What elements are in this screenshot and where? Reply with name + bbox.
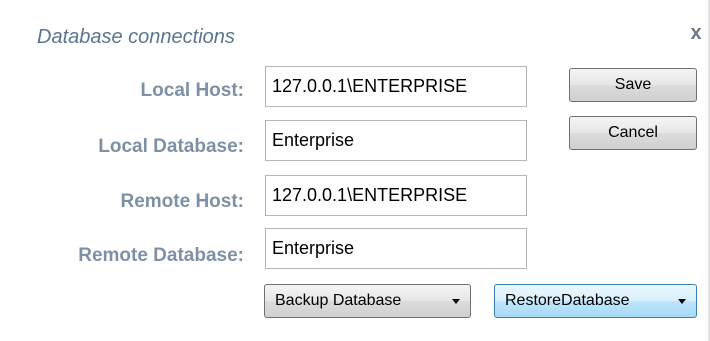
remote-host-label: Remote Host: <box>120 191 244 212</box>
chevron-down-icon <box>452 298 460 304</box>
remote-host-input[interactable] <box>265 175 527 216</box>
remote-database-label: Remote Database: <box>78 245 244 266</box>
save-button[interactable]: Save <box>569 68 697 102</box>
local-host-input[interactable] <box>265 66 527 107</box>
local-database-label: Local Database: <box>98 136 244 157</box>
backup-database-dropdown[interactable]: Backup Database <box>264 284 471 318</box>
restore-database-label: RestoreDatabase <box>505 292 630 309</box>
local-database-input[interactable] <box>265 120 527 161</box>
local-host-label: Local Host: <box>140 80 244 101</box>
chevron-down-icon <box>678 298 686 304</box>
dialog-title: Database connections <box>37 26 235 48</box>
restore-database-dropdown[interactable]: RestoreDatabase <box>494 284 697 318</box>
database-connections-dialog: Database connections x Local Host: Local… <box>0 0 710 341</box>
cancel-button[interactable]: Cancel <box>569 116 697 150</box>
close-icon[interactable]: x <box>686 20 706 46</box>
backup-database-label: Backup Database <box>275 292 402 309</box>
remote-database-input[interactable] <box>265 228 527 269</box>
